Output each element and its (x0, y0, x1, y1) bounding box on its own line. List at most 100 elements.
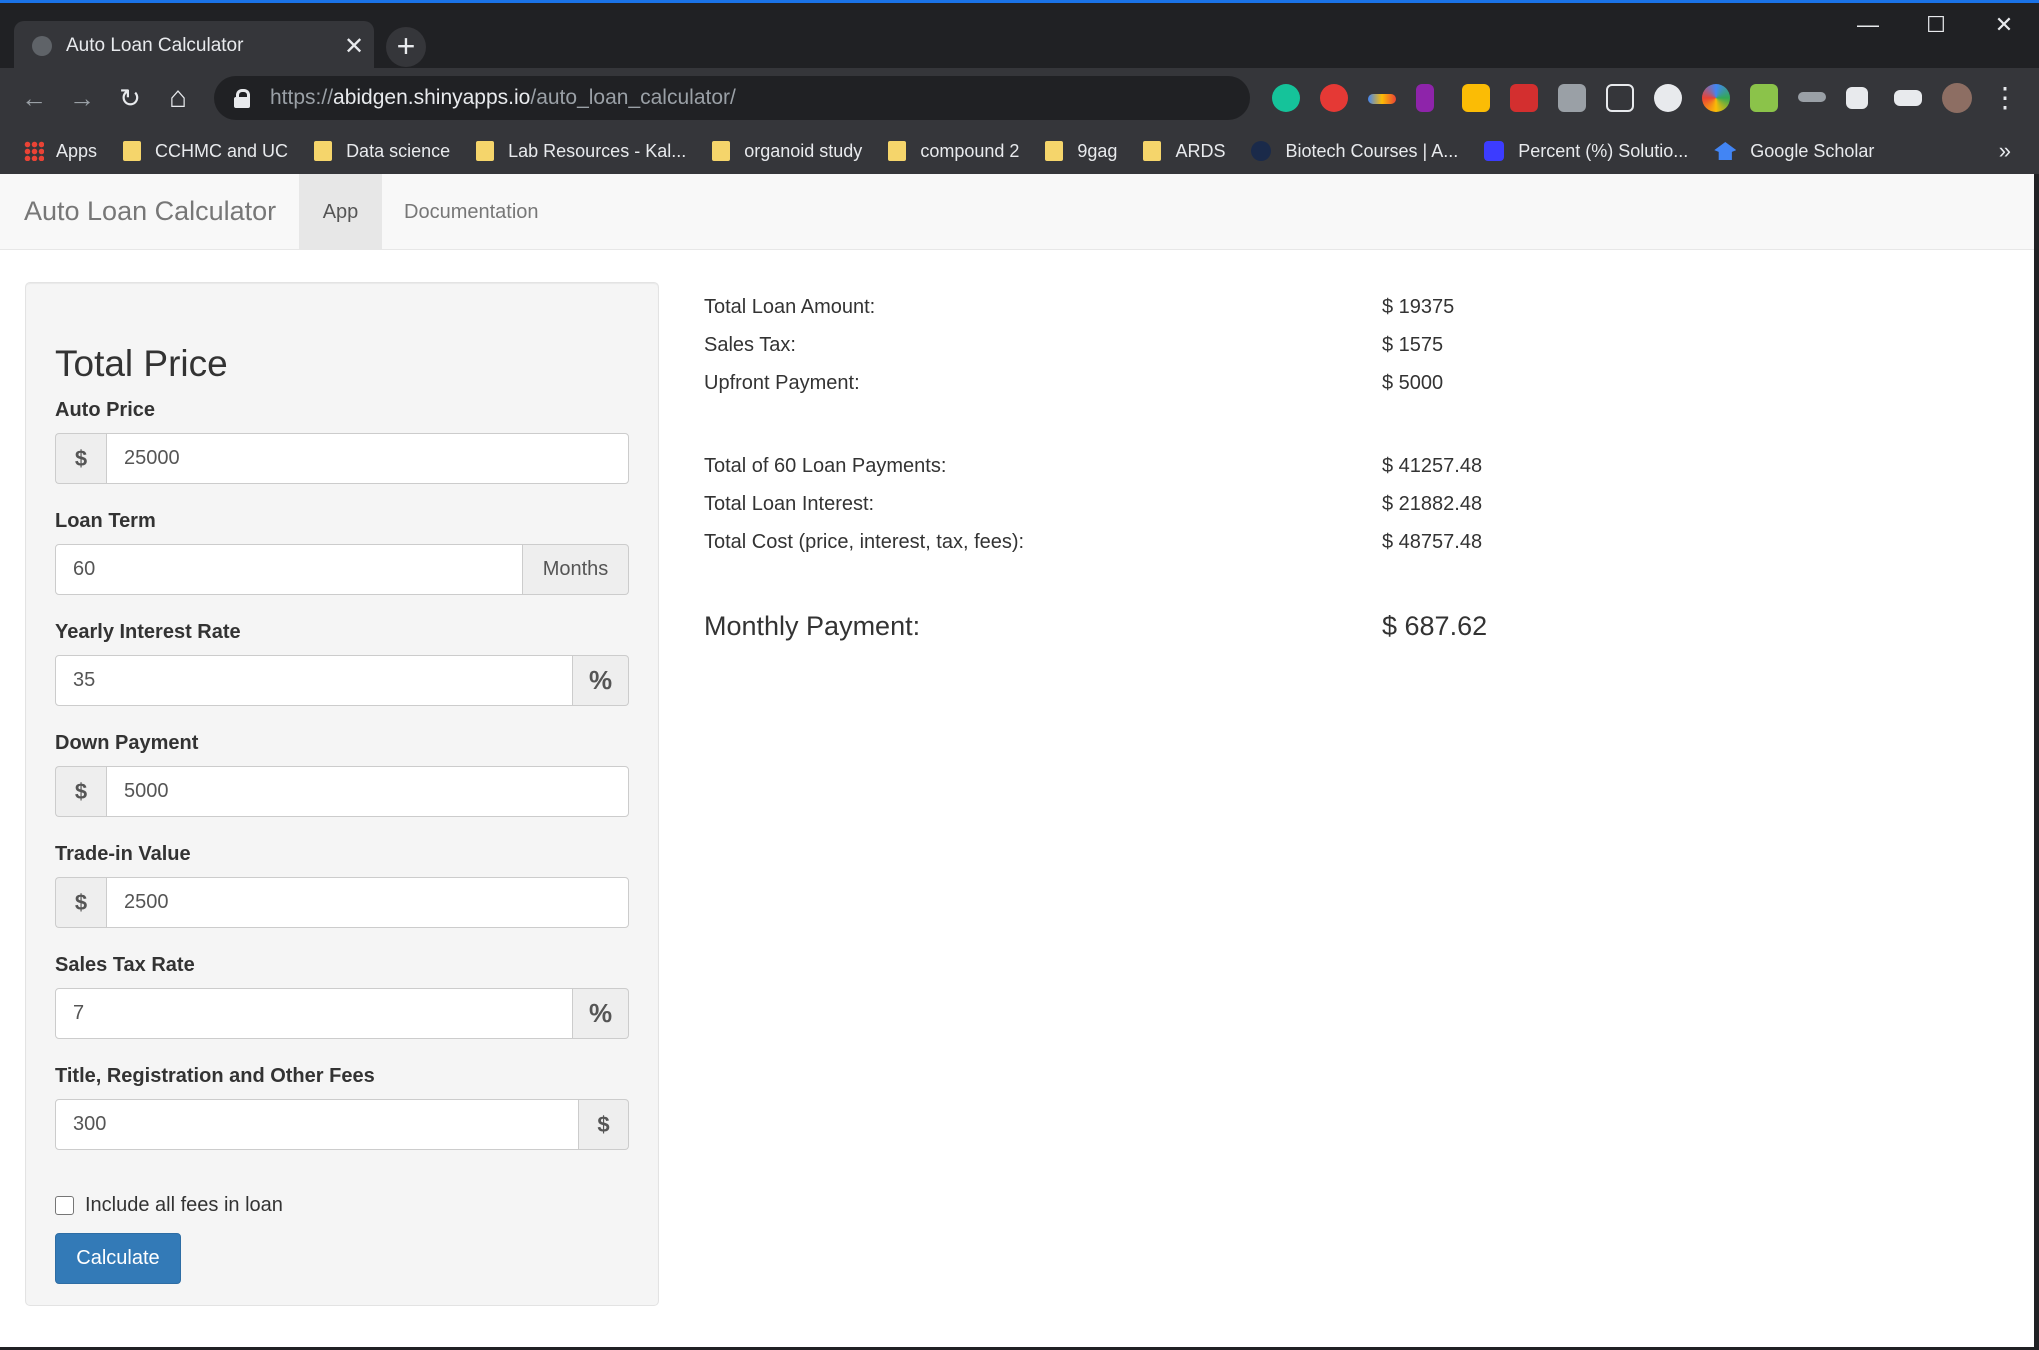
bookmark-label: Percent (%) Solutio... (1518, 140, 1689, 161)
bookmark-percent[interactable]: Percent (%) Solutio... (1484, 141, 1688, 162)
tab-close-icon[interactable]: ✕ (334, 32, 374, 61)
dollar-addon: $ (55, 433, 106, 484)
percent-addon: % (573, 655, 629, 706)
url-scheme: https:// (270, 86, 334, 109)
total-payments-label: Total of 60 Loan Payments: (704, 455, 947, 477)
include-fees-checkbox[interactable] (55, 1196, 74, 1215)
w-icon[interactable] (1798, 92, 1826, 102)
bookmark-apps[interactable]: Apps (24, 141, 97, 162)
globe-icon (1251, 141, 1272, 161)
app-brand[interactable]: Auto Loan Calculator (24, 196, 276, 227)
total-cost-value: $ 48757.48 (1382, 531, 1483, 553)
total-loan-amount-label: Total Loan Amount: (704, 296, 876, 318)
playlist-icon[interactable] (1894, 90, 1922, 106)
url-text: https://abidgen.shinyapps.io/auto_loan_c… (270, 86, 736, 110)
home-icon[interactable]: ⌂ (158, 78, 198, 118)
rainbow-icon[interactable] (1368, 94, 1396, 104)
interest-rate-input[interactable] (55, 655, 573, 706)
grammarly-icon[interactable] (1272, 84, 1300, 112)
rotate-icon[interactable] (1462, 84, 1490, 112)
r-icon[interactable] (1416, 84, 1434, 112)
bookmark-label: Biotech Courses | A... (1285, 140, 1459, 161)
title-bar: Auto Loan Calculator ✕ + — ☐ ✕ (0, 0, 2039, 71)
url-path: /auto_loan_calculator/ (530, 86, 736, 109)
total-interest-label: Total Loan Interest: (704, 493, 875, 515)
sales-tax-label: Sales Tax Rate (55, 954, 195, 976)
minimize-icon[interactable]: — (1834, 3, 1902, 49)
bookmark-biotech[interactable]: Biotech Courses | A... (1251, 141, 1458, 162)
reload-icon[interactable]: ↻ (110, 78, 150, 118)
total-loan-amount-value: $ 19375 (1382, 296, 1455, 318)
maximize-icon[interactable]: ☐ (1902, 3, 1970, 49)
new-tab-button[interactable]: + (386, 27, 426, 67)
colorful-icon[interactable] (1702, 84, 1730, 112)
p-box-icon[interactable] (1606, 84, 1634, 112)
trade-in-group: $ (55, 877, 629, 928)
trade-in-label: Trade-in Value (55, 843, 191, 865)
badge-icon[interactable] (1750, 84, 1778, 112)
bookmark-label: Lab Resources - Kal... (508, 140, 687, 161)
bookmark-organoid[interactable]: organoid study (712, 141, 862, 162)
mendeley-icon[interactable] (1510, 84, 1538, 112)
folder-icon (1143, 141, 1162, 161)
folder-icon (123, 141, 142, 161)
forward-icon[interactable]: → (62, 78, 102, 118)
form-heading: Total Price (55, 343, 228, 384)
total-payments-value: $ 41257.48 (1382, 455, 1483, 477)
trade-in-input[interactable] (106, 877, 629, 928)
sales-tax-result-value: $ 1575 (1382, 334, 1444, 356)
profile-avatar[interactable] (1942, 83, 1972, 113)
lock-icon[interactable] (234, 89, 250, 108)
tab-favicon-icon (32, 36, 52, 56)
months-addon: Months (523, 544, 629, 595)
sales-tax-result-label: Sales Tax: (704, 334, 796, 356)
folder-icon (1045, 141, 1064, 161)
down-payment-input[interactable] (106, 766, 629, 817)
app-navbar: Auto Loan Calculator App Documentation (0, 174, 2034, 250)
loan-term-group: Months (55, 544, 629, 595)
bookmark-9gag[interactable]: 9gag (1045, 141, 1117, 162)
dollar-addon: $ (579, 1099, 629, 1150)
puzzle-icon (1484, 141, 1505, 161)
bookmark-ards[interactable]: ARDS (1143, 141, 1225, 162)
dollar-addon: $ (55, 877, 106, 928)
input-panel: Total Price Auto Price $ Loan Term Month… (25, 282, 659, 1306)
include-fees-row: Include all fees in loan (55, 1194, 283, 1217)
tab-documentation[interactable]: Documentation (404, 174, 539, 250)
back-icon[interactable]: ← (14, 78, 54, 118)
circle-icon[interactable] (1654, 84, 1682, 112)
sales-tax-input[interactable] (55, 988, 573, 1039)
browser-tab[interactable]: Auto Loan Calculator ✕ (14, 21, 374, 71)
tab-app[interactable]: App (299, 174, 382, 250)
bookmark-label: Apps (56, 140, 98, 161)
adblock-icon[interactable] (1320, 84, 1348, 112)
bookmark-scholar[interactable]: Google Scholar (1714, 141, 1874, 162)
puzzle-icon[interactable] (1846, 87, 1868, 109)
down-payment-label: Down Payment (55, 732, 199, 754)
r-box-icon[interactable] (1558, 84, 1586, 112)
interest-rate-label: Yearly Interest Rate (55, 621, 241, 643)
loan-term-input[interactable] (55, 544, 523, 595)
folder-icon (314, 141, 333, 161)
fees-group: $ (55, 1099, 629, 1150)
bookmark-label: organoid study (744, 140, 863, 161)
close-window-icon[interactable]: ✕ (1970, 3, 2038, 49)
sales-tax-group: % (55, 988, 629, 1039)
folder-icon (888, 141, 907, 161)
include-fees-label[interactable]: Include all fees in loan (85, 1194, 283, 1217)
bookmark-label: CCHMC and UC (155, 140, 289, 161)
percent-addon: % (573, 988, 629, 1039)
bookmark-data-science[interactable]: Data science (314, 141, 450, 162)
calculate-button[interactable]: Calculate (55, 1233, 181, 1284)
url-host: abidgen.shinyapps.io (333, 86, 531, 109)
menu-icon[interactable]: ⋮ (1985, 78, 2025, 118)
bookmark-lab-resources[interactable]: Lab Resources - Kal... (476, 141, 686, 162)
auto-price-input[interactable] (106, 433, 629, 484)
bookmark-cchmc[interactable]: CCHMC and UC (123, 141, 288, 162)
address-bar[interactable]: https://abidgen.shinyapps.io/auto_loan_c… (214, 76, 1250, 120)
bookmarks-overflow-icon[interactable]: » (1999, 138, 2011, 164)
total-interest-value: $ 21882.48 (1382, 493, 1483, 515)
fees-input[interactable] (55, 1099, 579, 1150)
browser-window: Auto Loan Calculator ✕ + — ☐ ✕ ← → ↻ ⌂ h… (0, 0, 2039, 1350)
bookmark-compound[interactable]: compound 2 (888, 141, 1019, 162)
